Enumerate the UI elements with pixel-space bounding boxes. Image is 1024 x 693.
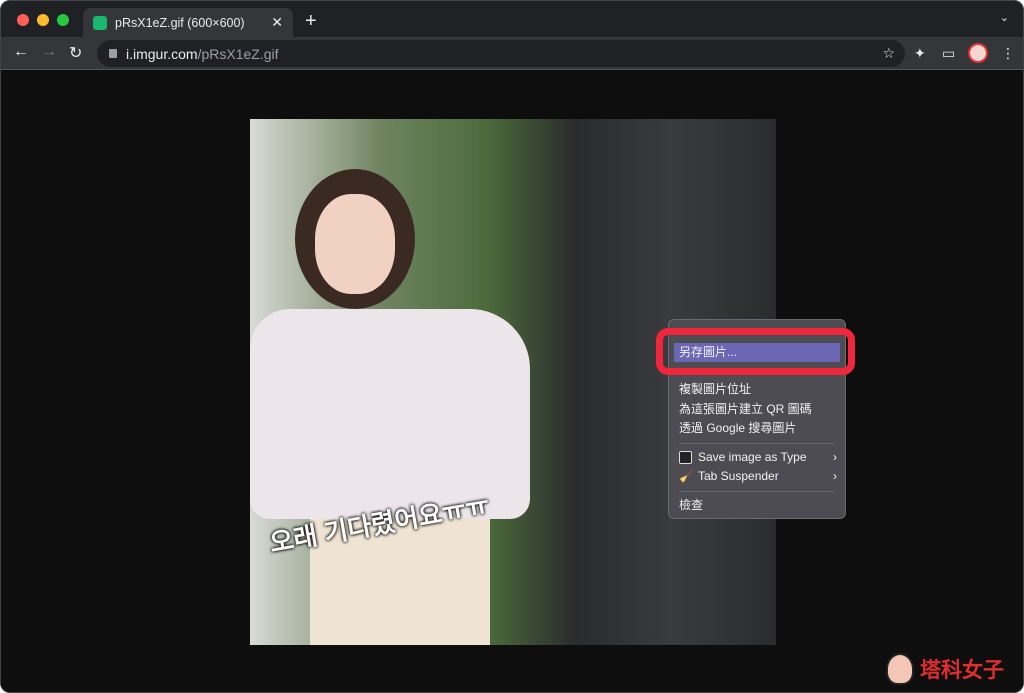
menu-item-label: 透過 Google 搜尋圖片 (679, 421, 797, 435)
chevron-right-icon: › (833, 450, 837, 464)
tab-close-icon[interactable]: ✕ (271, 14, 283, 31)
lock-icon (109, 49, 117, 58)
menu-item-label: 為這張圖片建立 QR 圖碼 (679, 402, 812, 416)
forward-button[interactable]: → (41, 43, 57, 61)
menu-item-label: 檢查 (679, 498, 704, 512)
menu-item-create-qr[interactable]: 為這張圖片建立 QR 圖碼 (679, 400, 841, 419)
tab-search-chevron-icon[interactable]: ⌄ (1000, 11, 1009, 24)
browser-window: pRsX1eZ.gif (600×600) ✕ + ⌄ ← → ↻ i.imgu… (0, 0, 1024, 693)
menu-item-tab-suspender[interactable]: 🧹 Tab Suspender › (679, 467, 841, 486)
watermark-avatar-icon (886, 653, 914, 685)
toolbar: ← → ↻ i.imgur.com/pRsX1eZ.gif ☆ ✦ ▭ ⋮ (1, 37, 1023, 70)
chrome-menu-icon[interactable]: ⋮ (1001, 45, 1015, 62)
chevron-right-icon: › (833, 469, 837, 483)
new-tab-button[interactable]: + (305, 10, 317, 33)
close-window-button[interactable] (17, 14, 29, 26)
minimize-window-button[interactable] (37, 14, 49, 26)
menu-item-save-image-as-type[interactable]: Save image as Type › (679, 448, 841, 467)
url-path: /pRsX1eZ.gif (197, 45, 279, 62)
face (315, 194, 395, 294)
menu-separator (679, 491, 835, 492)
url-host: i.imgur.com (126, 45, 198, 62)
menu-item-inspect[interactable]: 檢查 (679, 496, 841, 515)
shirt (250, 309, 530, 519)
menu-item-label: Tab Suspender (698, 469, 779, 483)
zoom-window-button[interactable] (57, 14, 69, 26)
watermark-logo: 塔科女子 (886, 653, 1004, 685)
reload-button[interactable]: ↻ (69, 43, 82, 63)
watermark-text: 塔科女子 (920, 659, 1004, 682)
broom-icon: 🧹 (679, 469, 694, 483)
menu-separator (679, 443, 835, 444)
tab-active[interactable]: pRsX1eZ.gif (600×600) ✕ (83, 8, 293, 37)
image-icon (679, 451, 692, 464)
annotation-highlight-box (656, 328, 855, 375)
menu-item-label: Save image as Type (698, 450, 807, 464)
tab-title: pRsX1eZ.gif (600×600) (115, 15, 245, 30)
menu-item-label: 複製圖片位址 (679, 382, 752, 396)
bookmark-star-icon[interactable]: ☆ (882, 45, 895, 62)
tab-bar: pRsX1eZ.gif (600×600) ✕ + ⌄ (1, 1, 1023, 37)
cast-icon[interactable]: ▭ (942, 45, 955, 62)
address-bar[interactable]: i.imgur.com/pRsX1eZ.gif ☆ (97, 40, 905, 67)
profile-avatar[interactable] (968, 43, 988, 63)
menu-item-copy-image-address[interactable]: 複製圖片位址 (679, 380, 841, 399)
imgur-favicon-icon (93, 15, 107, 30)
extensions-puzzle-icon[interactable]: ✦ (914, 45, 926, 62)
menu-item-search-google[interactable]: 透過 Google 搜尋圖片 (679, 419, 841, 438)
back-button[interactable]: ← (13, 43, 29, 61)
